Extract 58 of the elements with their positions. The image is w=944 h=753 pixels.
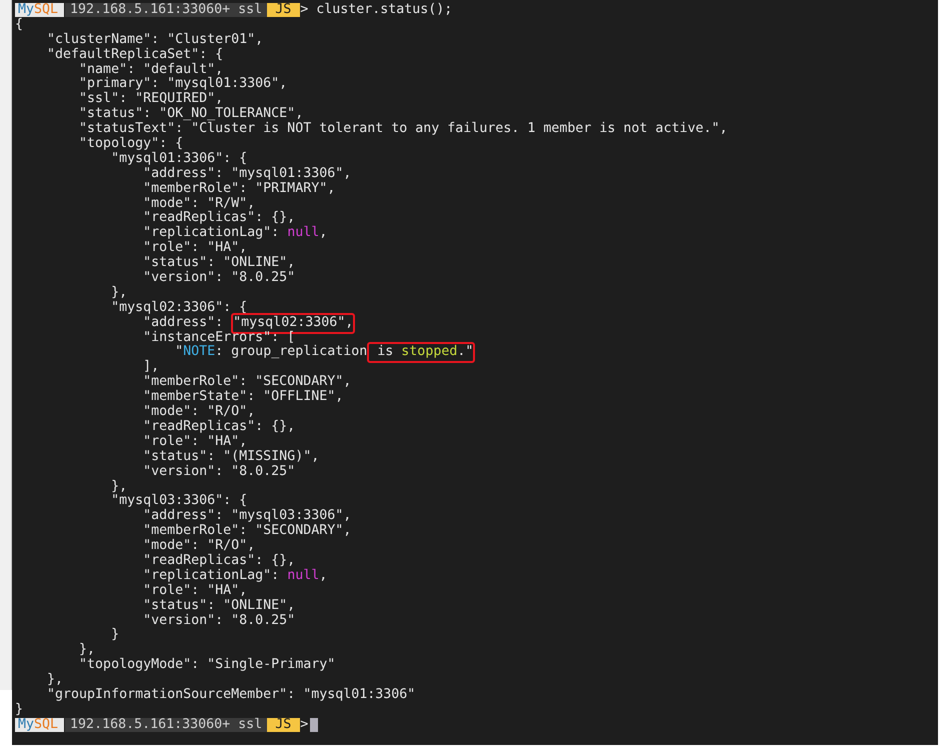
output-line: "topology": { bbox=[78, 137, 184, 152]
output-line: "readReplicas": {}, bbox=[142, 554, 296, 568]
output-line: "name": "default", bbox=[78, 62, 224, 77]
output-line: }, bbox=[78, 643, 96, 658]
prompt-arrow-icon: > bbox=[300, 718, 308, 733]
output-text: "address": bbox=[142, 316, 224, 330]
output-line: "readReplicas": {}, bbox=[142, 420, 296, 434]
output-line: "version": "8.0.25" bbox=[142, 614, 296, 628]
output-line: "mysql01:3306": { bbox=[110, 152, 248, 166]
output-line: } bbox=[15, 702, 24, 718]
output-line: "defaultReplicaSet": { bbox=[46, 48, 224, 62]
output-line: "mysql03:3306": { bbox=[110, 494, 248, 508]
output-line: "role": "HA", bbox=[142, 584, 248, 599]
output-line: "status": "(MISSING)", bbox=[142, 450, 320, 464]
output-line: "status": "ONLINE", bbox=[142, 598, 296, 614]
output-line: "memberRole": "SECONDARY", bbox=[142, 375, 352, 390]
output-line: "mode": "R/O", bbox=[142, 405, 256, 420]
output-line: }, bbox=[110, 286, 128, 300]
output-line: ], bbox=[142, 360, 160, 374]
output-line: "replicationLag": null, bbox=[142, 568, 328, 584]
output-text: : group_replication bbox=[215, 345, 368, 360]
output-text: NOTE bbox=[183, 345, 216, 360]
output-text: " bbox=[174, 345, 184, 360]
output-line: "memberRole": "SECONDARY", bbox=[142, 524, 352, 538]
prompt-host: 192.168.5.161:33060+ ssl bbox=[65, 718, 268, 732]
command-text: cluster.status(); bbox=[315, 3, 452, 18]
output-line: }, bbox=[46, 673, 64, 688]
output-line: "mode": "R/O", bbox=[142, 539, 256, 554]
output-line: "status": "OK_NO_TOLERANCE", bbox=[78, 107, 304, 122]
output-line: "role": "HA", bbox=[142, 241, 248, 256]
output-line: "status": "ONLINE", bbox=[142, 256, 296, 270]
output-line: "version": "8.0.25" bbox=[142, 271, 296, 286]
output-line: "address": "mysql01:3306", bbox=[142, 166, 352, 182]
output-line: "mysql02:3306": { bbox=[110, 300, 248, 316]
output-line: }, bbox=[110, 480, 128, 494]
output-line: "clusterName": "Cluster01", bbox=[46, 32, 264, 48]
output-line: "statusText": "Cluster is NOT tolerant to any failures. 1 member is not active.", bbox=[78, 122, 728, 136]
prompt-arrow-icon: > bbox=[300, 3, 308, 18]
prompt-product: MySQL bbox=[15, 718, 64, 732]
output-line: "topologyMode": "Single-Primary" bbox=[78, 658, 336, 674]
output-line: "ssl": "REQUIRED", bbox=[78, 92, 224, 107]
prompt-host: 192.168.5.161:33060+ ssl bbox=[65, 3, 268, 18]
output-line: { bbox=[15, 18, 24, 33]
output-line: "version": "8.0.25" bbox=[142, 464, 296, 480]
output-line: "role": "HA", bbox=[142, 434, 248, 450]
output-line: "readReplicas": {}, bbox=[142, 211, 296, 226]
highlight-frame: is stopped." bbox=[367, 342, 476, 364]
output-line: "memberState": "OFFLINE", bbox=[142, 390, 344, 404]
prompt-mode: JS bbox=[267, 718, 300, 732]
prompt-product: MySQL bbox=[15, 3, 64, 18]
output-line: "mode": "R/W", bbox=[142, 196, 256, 211]
output-line: "memberRole": "PRIMARY", bbox=[142, 182, 336, 196]
output-line: "primary": "mysql01:3306", bbox=[78, 77, 288, 92]
output-line: "address": "mysql03:3306", bbox=[142, 509, 352, 524]
output-line: } bbox=[110, 628, 120, 644]
prompt-mode: JS bbox=[267, 3, 300, 18]
output-line: "groupInformationSourceMember": "mysql01:3306" bbox=[46, 688, 416, 703]
output-line: "replicationLag": null, bbox=[142, 226, 328, 240]
